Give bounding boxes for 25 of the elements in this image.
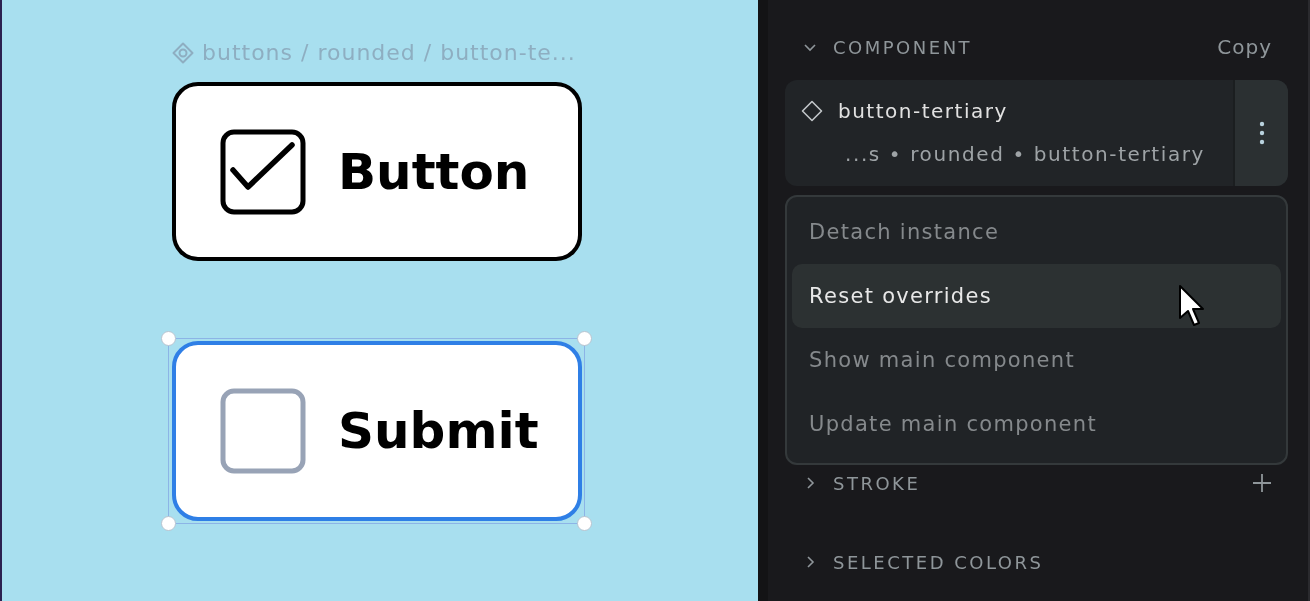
menu-item[interactable]: Update main component — [792, 392, 1281, 456]
menu-item[interactable]: Reset overrides — [792, 264, 1281, 328]
plus-icon[interactable] — [1252, 473, 1272, 493]
component-diamond-icon — [801, 100, 823, 122]
resize-handle[interactable] — [577, 516, 592, 531]
component-path: ...s • rounded • button-tertiary — [844, 141, 1207, 167]
section-title[interactable]: STROKE — [833, 472, 921, 494]
button-design-label: Button — [338, 142, 530, 201]
component-name: button-tertiary — [838, 99, 1008, 123]
menu-item[interactable]: Show main component — [792, 328, 1281, 392]
section-title[interactable]: COMPONENT — [833, 36, 973, 58]
copy-button[interactable]: Copy — [1217, 35, 1272, 59]
cursor-icon — [1178, 284, 1206, 328]
resize-handle[interactable] — [577, 331, 592, 347]
section-title[interactable]: SELECTED COLORS — [833, 551, 1044, 573]
resize-handle[interactable] — [161, 331, 176, 347]
button-design-label: Submit — [338, 402, 539, 461]
more-options-button[interactable] — [1233, 80, 1288, 186]
chevron-down-icon[interactable] — [804, 41, 816, 53]
menu-item[interactable]: Detach instance — [792, 200, 1281, 264]
component-instance-icon — [172, 41, 194, 64]
chevron-right-icon[interactable] — [804, 556, 816, 568]
resize-handle[interactable] — [161, 516, 176, 531]
chevron-right-icon[interactable] — [804, 477, 816, 489]
more-icon — [1258, 121, 1265, 145]
